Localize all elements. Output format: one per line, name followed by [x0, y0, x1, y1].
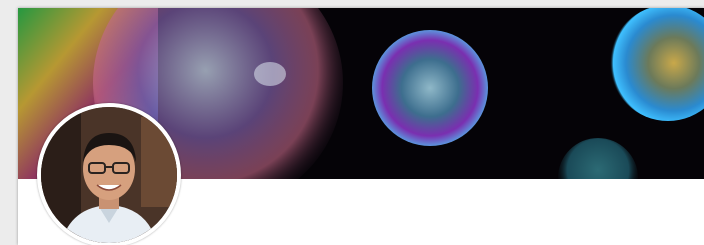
avatar[interactable] [37, 103, 181, 245]
profile-card [18, 8, 704, 245]
profile-photo [41, 107, 177, 243]
